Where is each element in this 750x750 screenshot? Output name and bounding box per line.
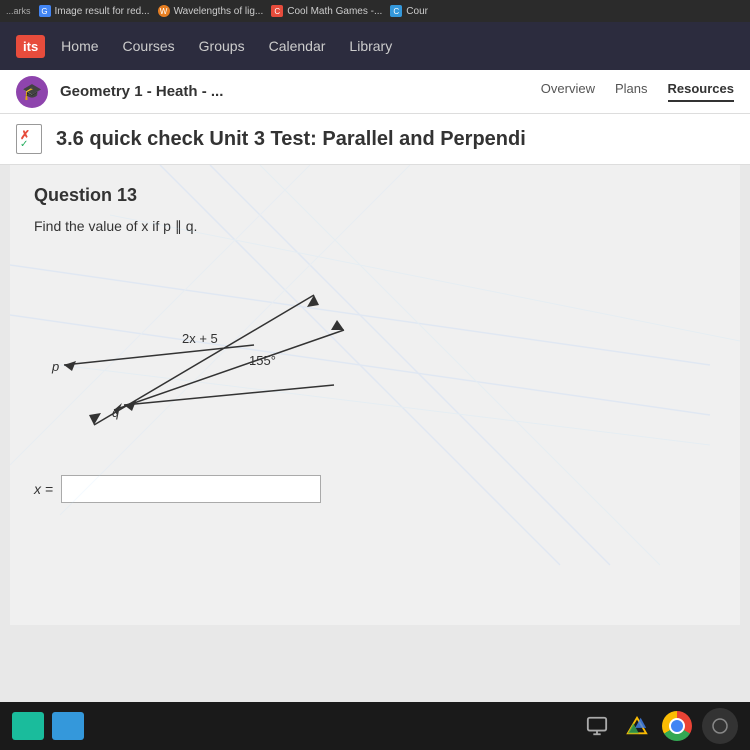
svg-text:q: q bbox=[112, 405, 120, 420]
address-partial: ...arks bbox=[6, 6, 31, 16]
tab-wavelengths-label: Wavelengths of lig... bbox=[174, 6, 264, 17]
monitor-icon[interactable] bbox=[582, 711, 612, 741]
svg-text:p: p bbox=[51, 359, 59, 374]
svg-text:155°: 155° bbox=[249, 353, 276, 368]
taskbar bbox=[0, 702, 750, 750]
answer-input[interactable] bbox=[61, 475, 321, 503]
tab-cour-label: Cour bbox=[406, 6, 428, 17]
tab-google[interactable]: G Image result for red... bbox=[39, 5, 150, 17]
course-tabs: Overview Plans Resources bbox=[541, 81, 734, 102]
lms-logo[interactable]: its bbox=[16, 35, 45, 58]
check-icon: ✓ bbox=[20, 139, 28, 150]
tab-cour[interactable]: C Cour bbox=[390, 5, 428, 17]
geometry-diagram: 2x + 5 155° p q bbox=[34, 255, 354, 455]
chrome-icon[interactable] bbox=[662, 711, 692, 741]
svg-text:2x + 5: 2x + 5 bbox=[182, 331, 218, 346]
question-number: Question 13 bbox=[34, 185, 716, 206]
lms-nav-links: Home Courses Groups Calendar Library bbox=[61, 38, 392, 54]
course-icon: 🎓 bbox=[16, 76, 48, 108]
google-favicon: G bbox=[39, 5, 51, 17]
taskbar-left bbox=[12, 712, 84, 740]
tab-resources[interactable]: Resources bbox=[668, 81, 734, 102]
tab-plans[interactable]: Plans bbox=[615, 81, 648, 102]
nav-library[interactable]: Library bbox=[349, 38, 392, 54]
taskbar-btn-teal[interactable] bbox=[12, 712, 44, 740]
course-title: Geometry 1 - Heath - ... bbox=[60, 83, 541, 100]
course-subnav: 🎓 Geometry 1 - Heath - ... Overview Plan… bbox=[0, 70, 750, 114]
diagram-container: 2x + 5 155° p q bbox=[34, 255, 354, 455]
drive-icon[interactable] bbox=[622, 711, 652, 741]
tab-overview[interactable]: Overview bbox=[541, 81, 595, 102]
tab-google-label: Image result for red... bbox=[55, 6, 150, 17]
question-text-content: Find the value of x if p ∥ q. bbox=[34, 218, 197, 234]
assignment-title: 3.6 quick check Unit 3 Test: Parallel an… bbox=[56, 128, 526, 151]
assignment-page-icon: ✗ ✓ bbox=[16, 124, 42, 154]
answer-row: x = bbox=[34, 475, 716, 503]
taskbar-btn-blue[interactable] bbox=[52, 712, 84, 740]
answer-label: x = bbox=[34, 481, 53, 497]
coolmath-favicon: C bbox=[271, 5, 283, 17]
nav-calendar[interactable]: Calendar bbox=[269, 38, 326, 54]
assignment-icon: ✗ ✓ bbox=[16, 124, 46, 154]
main-content: its Home Courses Groups Calendar Library… bbox=[0, 22, 750, 750]
lms-nav: its Home Courses Groups Calendar Library bbox=[0, 22, 750, 70]
windows-start-button[interactable] bbox=[702, 708, 738, 744]
question-text: Find the value of x if p ∥ q. bbox=[34, 218, 716, 235]
question-area: Question 13 Find the value of x if p ∥ q… bbox=[10, 165, 740, 625]
nav-groups[interactable]: Groups bbox=[199, 38, 245, 54]
tab-coolmath-label: Cool Math Games -... bbox=[287, 6, 382, 17]
assignment-header: ✗ ✓ 3.6 quick check Unit 3 Test: Paralle… bbox=[0, 114, 750, 165]
tab-coolmath[interactable]: C Cool Math Games -... bbox=[271, 5, 382, 17]
nav-courses[interactable]: Courses bbox=[123, 38, 175, 54]
cour-favicon: C bbox=[390, 5, 402, 17]
course-icon-glyph: 🎓 bbox=[22, 82, 42, 102]
taskbar-right bbox=[582, 708, 738, 744]
tab-wavelengths[interactable]: W Wavelengths of lig... bbox=[158, 5, 264, 17]
browser-bar: ...arks G Image result for red... W Wave… bbox=[0, 0, 750, 22]
wavelength-favicon: W bbox=[158, 5, 170, 17]
nav-home[interactable]: Home bbox=[61, 38, 98, 54]
